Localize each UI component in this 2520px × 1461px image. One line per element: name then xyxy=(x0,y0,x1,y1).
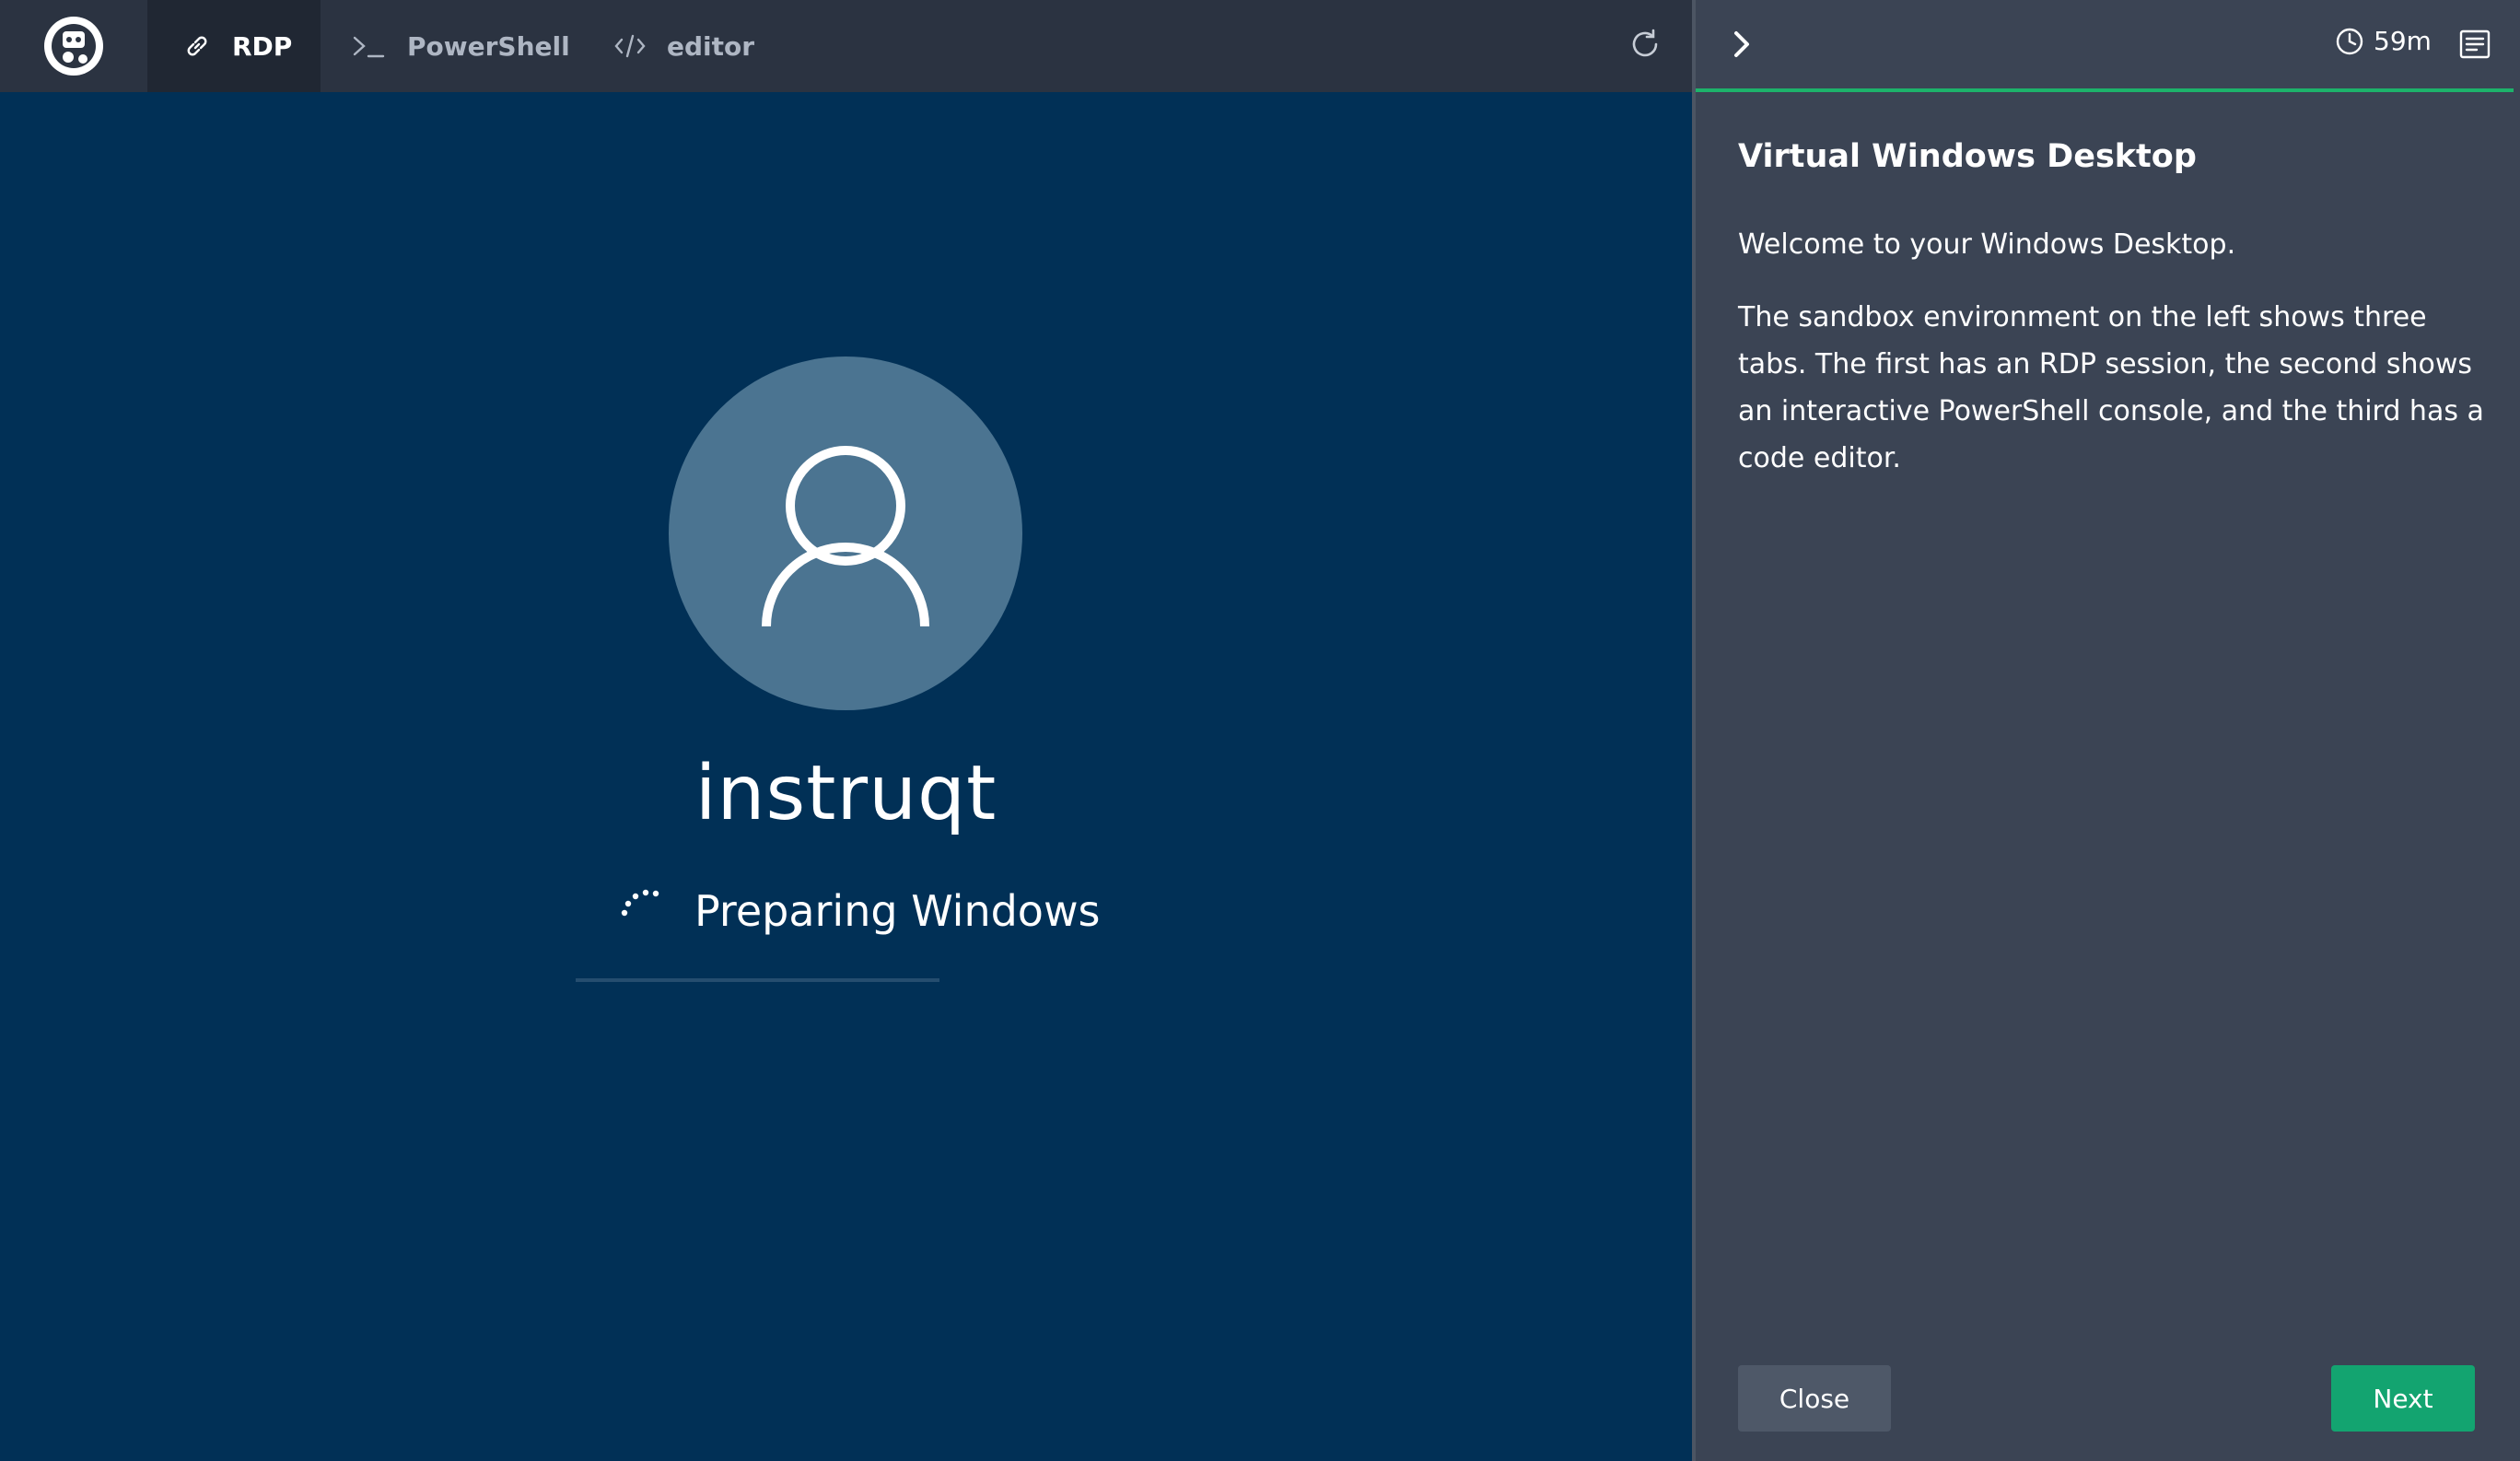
login-status-text: Preparing Windows xyxy=(694,886,1101,936)
sandbox-pane: RDP PowerShell editor instruqt Preparing… xyxy=(0,0,1692,1461)
loading-spinner-icon xyxy=(621,889,659,917)
app-root: RDP PowerShell editor instruqt Preparing… xyxy=(0,0,2520,1461)
faded-status-artifact xyxy=(576,978,939,982)
instructions-panel: 59m Virtual Windows Desktop Welcome to y… xyxy=(1696,0,2520,1461)
link-icon xyxy=(187,36,207,56)
notes-icon[interactable] xyxy=(2458,28,2491,61)
next-button[interactable]: Next xyxy=(2331,1365,2475,1432)
user-avatar xyxy=(669,356,1022,710)
refresh-icon[interactable] xyxy=(1627,26,1663,63)
instructions-title: Virtual Windows Desktop xyxy=(1738,138,2197,175)
user-icon xyxy=(762,446,929,627)
code-icon xyxy=(614,34,646,58)
login-username: instruqt xyxy=(694,750,998,837)
instructions-header: 59m xyxy=(1696,0,2520,88)
tab-editor[interactable]: editor xyxy=(613,0,798,92)
tab-rdp[interactable]: RDP xyxy=(147,0,321,92)
tab-powershell-label: PowerShell xyxy=(407,30,570,62)
close-button[interactable]: Close xyxy=(1738,1365,1891,1432)
clock-icon xyxy=(2336,28,2363,54)
instructions-paragraph: The sandbox environment on the left show… xyxy=(1738,301,2484,474)
instructions-paragraph: Welcome to your Windows Desktop. xyxy=(1738,228,2236,261)
time-remaining-value: 59m xyxy=(2374,26,2432,56)
time-progress-bar xyxy=(1696,88,2514,92)
login-status: Preparing Windows xyxy=(694,886,1101,936)
tab-editor-label: editor xyxy=(667,30,755,62)
time-remaining: 59m xyxy=(2335,26,2432,56)
collapse-panel-chevron-icon[interactable] xyxy=(1725,28,1758,61)
tab-rdp-label: RDP xyxy=(232,30,293,62)
instructions-content: Virtual Windows Desktop Welcome to your … xyxy=(1738,138,2484,508)
terminal-icon xyxy=(353,36,385,58)
sandbox-tab-bar: RDP PowerShell editor xyxy=(0,0,1692,92)
tab-powershell[interactable]: PowerShell xyxy=(352,0,573,92)
instruqt-logo-icon[interactable] xyxy=(41,13,107,79)
